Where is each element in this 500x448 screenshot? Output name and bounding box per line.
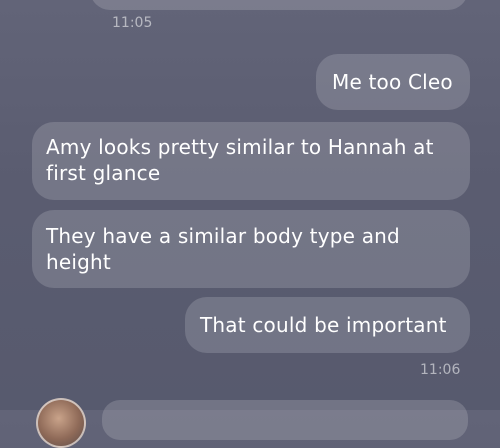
- message-text: That could be important: [200, 313, 447, 337]
- message-bubble-previous[interactable]: [90, 0, 468, 10]
- message-bubble-incoming[interactable]: They have a similar body type and height: [32, 210, 470, 288]
- timestamp: 11:06: [420, 362, 461, 378]
- message-bubble-incoming[interactable]: Amy looks pretty similar to Hannah at fi…: [32, 122, 470, 200]
- timestamp: 11:05: [112, 15, 153, 31]
- message-text: Me too Cleo: [332, 70, 453, 94]
- message-text: They have a similar body type and height: [46, 224, 400, 274]
- message-bubble-outgoing[interactable]: Me too Cleo: [316, 54, 470, 110]
- message-text: Amy looks pretty similar to Hannah at fi…: [46, 135, 434, 185]
- message-bubble-next[interactable]: [102, 400, 468, 440]
- message-bubble-outgoing[interactable]: That could be important: [185, 297, 470, 353]
- avatar[interactable]: [36, 398, 86, 448]
